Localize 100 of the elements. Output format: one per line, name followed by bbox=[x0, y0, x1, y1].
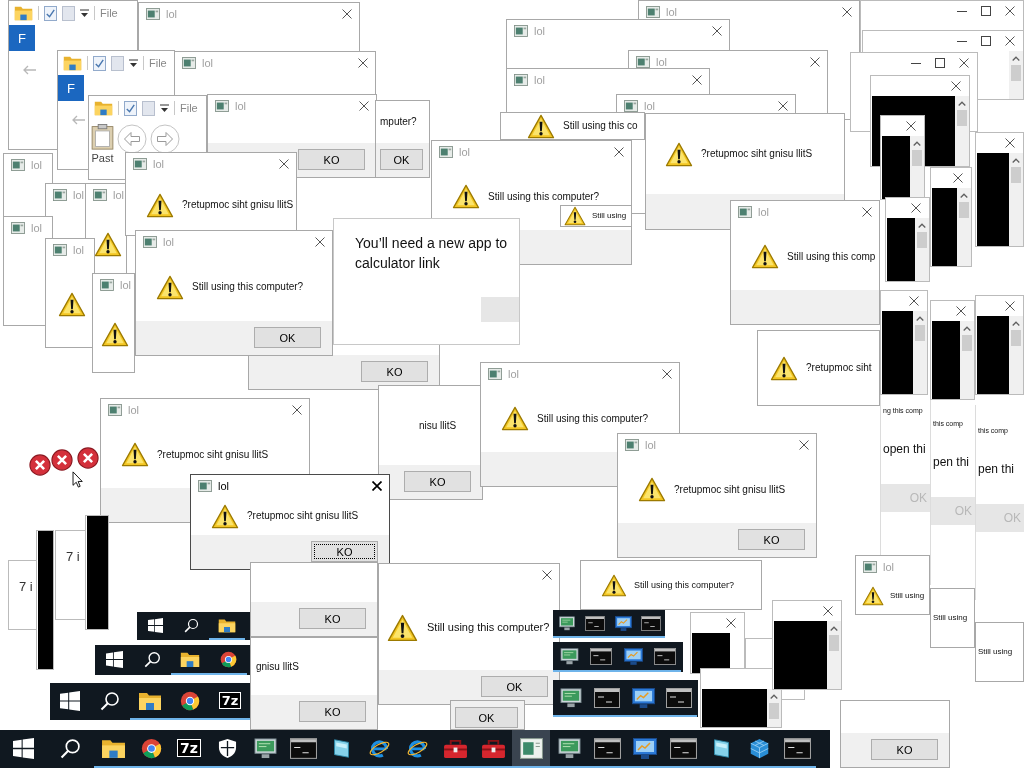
scroll-thumb[interactable] bbox=[959, 202, 969, 218]
dialog-button[interactable]: OK bbox=[455, 707, 518, 728]
maximize-icon[interactable] bbox=[981, 6, 991, 16]
close-icon[interactable] bbox=[823, 606, 833, 616]
scrollbar[interactable] bbox=[1009, 316, 1023, 394]
checkmark-icon[interactable] bbox=[124, 100, 137, 116]
caret-up-icon[interactable] bbox=[963, 326, 971, 331]
close-icon[interactable] bbox=[951, 81, 961, 91]
dialog-button[interactable]: KO bbox=[299, 701, 366, 722]
maximize-icon[interactable] bbox=[935, 58, 945, 68]
close-icon[interactable] bbox=[279, 159, 289, 169]
scroll-thumb[interactable] bbox=[917, 232, 927, 248]
caret-up-icon[interactable] bbox=[916, 316, 924, 321]
scroll-thumb[interactable] bbox=[829, 635, 839, 651]
dropdown-icon[interactable] bbox=[160, 103, 169, 113]
close-icon[interactable] bbox=[359, 101, 369, 111]
scrollbar[interactable] bbox=[767, 689, 781, 727]
dialog-button[interactable]: KO bbox=[361, 361, 428, 382]
close-icon[interactable] bbox=[1005, 6, 1015, 16]
scrollbar[interactable] bbox=[1009, 153, 1023, 246]
taskbar-button[interactable]: 7z bbox=[170, 730, 208, 768]
scrollbar[interactable] bbox=[915, 218, 929, 281]
caret-up-icon[interactable] bbox=[960, 193, 968, 198]
scroll-thumb[interactable] bbox=[912, 150, 922, 166]
folder-icon[interactable] bbox=[94, 100, 113, 116]
folder-icon[interactable] bbox=[63, 55, 82, 71]
close-icon[interactable] bbox=[342, 9, 352, 19]
close-icon[interactable] bbox=[372, 481, 382, 491]
maximize-icon[interactable] bbox=[981, 36, 991, 46]
dialog-button[interactable]: KO bbox=[311, 541, 378, 562]
dialog-button[interactable]: KO bbox=[404, 471, 471, 492]
checkmark-icon[interactable] bbox=[44, 5, 57, 21]
close-icon[interactable] bbox=[906, 121, 916, 131]
close-icon[interactable] bbox=[614, 147, 624, 157]
scrollbar[interactable] bbox=[1009, 51, 1023, 99]
taskbar-button[interactable] bbox=[512, 730, 550, 768]
app-icon bbox=[636, 56, 650, 68]
close-icon[interactable] bbox=[953, 173, 963, 183]
dialog-button[interactable]: KO bbox=[299, 608, 366, 629]
close-icon[interactable] bbox=[1005, 36, 1015, 46]
caret-up-icon[interactable] bbox=[958, 101, 966, 106]
dialog-button[interactable]: KO bbox=[298, 149, 365, 170]
close-icon[interactable] bbox=[726, 618, 736, 628]
scrollbar[interactable] bbox=[955, 96, 969, 166]
close-icon[interactable] bbox=[1005, 138, 1015, 148]
close-icon[interactable] bbox=[778, 101, 788, 111]
scroll-thumb[interactable] bbox=[915, 325, 925, 341]
dialog-button[interactable]: OK bbox=[380, 149, 423, 170]
dialog-button[interactable]: OK bbox=[254, 327, 321, 348]
taskbar-button[interactable]: 7z bbox=[210, 683, 250, 720]
file-tab[interactable]: F bbox=[58, 75, 84, 101]
close-icon[interactable] bbox=[959, 58, 969, 68]
window-title: lol bbox=[113, 188, 124, 202]
close-icon[interactable] bbox=[909, 296, 919, 306]
scrollbar[interactable] bbox=[827, 621, 841, 689]
close-icon[interactable] bbox=[358, 58, 368, 68]
close-icon[interactable] bbox=[956, 306, 966, 316]
close-icon[interactable] bbox=[692, 75, 702, 85]
dialog-button[interactable]: KO bbox=[871, 739, 938, 760]
close-icon[interactable] bbox=[799, 440, 809, 450]
close-icon[interactable] bbox=[712, 26, 722, 36]
close-icon[interactable] bbox=[1005, 301, 1015, 311]
scroll-thumb[interactable] bbox=[769, 703, 779, 719]
forward-icon[interactable] bbox=[150, 124, 180, 154]
scroll-thumb[interactable] bbox=[1011, 330, 1021, 346]
scroll-thumb[interactable] bbox=[957, 110, 967, 126]
caret-up-icon[interactable] bbox=[1012, 158, 1020, 163]
scroll-thumb[interactable] bbox=[1011, 167, 1021, 183]
folder-icon[interactable] bbox=[14, 5, 33, 21]
close-icon[interactable] bbox=[292, 405, 302, 415]
caret-up-icon[interactable] bbox=[918, 223, 926, 228]
scrollbar[interactable] bbox=[957, 188, 971, 266]
caret-up-icon[interactable] bbox=[1012, 321, 1020, 326]
checkmark-icon[interactable] bbox=[93, 55, 106, 71]
caret-up-icon[interactable] bbox=[913, 141, 921, 146]
close-icon[interactable] bbox=[542, 570, 552, 580]
scrollbar[interactable] bbox=[913, 311, 927, 394]
close-icon[interactable] bbox=[315, 237, 325, 247]
paste-button[interactable]: Past bbox=[91, 124, 114, 164]
caret-up-icon[interactable] bbox=[830, 626, 838, 631]
dialog-button[interactable]: OK bbox=[481, 676, 548, 697]
caret-up-icon[interactable] bbox=[770, 694, 778, 699]
close-icon[interactable] bbox=[810, 57, 820, 67]
dropdown-icon[interactable] bbox=[129, 58, 138, 68]
caret-up-icon[interactable] bbox=[1012, 56, 1020, 61]
close-icon[interactable] bbox=[911, 203, 921, 213]
circle-logo-icon bbox=[140, 737, 162, 759]
back-icon[interactable] bbox=[117, 124, 147, 154]
file-tab[interactable]: F bbox=[9, 25, 35, 51]
scroll-thumb[interactable] bbox=[962, 335, 972, 351]
scroll-thumb[interactable] bbox=[1011, 65, 1021, 81]
dialog-button[interactable]: KO bbox=[738, 529, 805, 550]
close-icon[interactable] bbox=[842, 7, 852, 17]
scrollbar[interactable] bbox=[960, 321, 974, 399]
dropdown-icon[interactable] bbox=[80, 8, 89, 18]
close-icon[interactable] bbox=[862, 207, 872, 217]
app-icon bbox=[93, 189, 107, 201]
scrollbar[interactable] bbox=[910, 136, 924, 199]
circle-logo-icon bbox=[219, 650, 237, 668]
close-icon[interactable] bbox=[662, 369, 672, 379]
